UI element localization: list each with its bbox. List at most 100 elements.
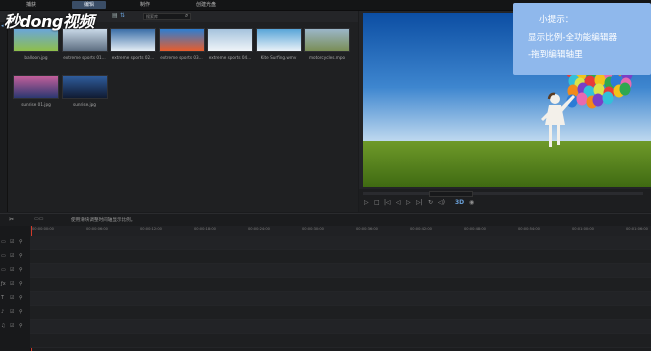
media-label: motorcycles.mpo [308, 55, 346, 60]
previous-icon[interactable]: |◁ [384, 199, 391, 206]
music-track-icon[interactable]: ♫ [1, 323, 5, 329]
lock-icon[interactable]: ⚲ [19, 323, 23, 329]
media-thumbnail[interactable] [110, 28, 156, 52]
watermark-logo: 秒dong视频 [4, 12, 94, 31]
timecode-display [429, 191, 473, 197]
track-enable-icon[interactable]: ☑ [10, 267, 14, 273]
timeline-track[interactable] [30, 236, 651, 250]
track-enable-icon[interactable]: ☑ [10, 281, 14, 287]
timeline-track[interactable] [30, 264, 651, 278]
media-thumbnail[interactable] [158, 28, 205, 52]
media-item[interactable]: balloon.jpg [13, 28, 59, 60]
media-thumbnail[interactable] [207, 28, 253, 52]
timeline-toolbar: ✂ ▭▭ 使用滑块调整时间轴显示比例。 [0, 213, 651, 226]
tip-line-1: 显示比例-全功能编辑器 [528, 33, 618, 43]
tab-share[interactable]: 制作 [128, 1, 162, 9]
lock-icon[interactable]: ⚲ [19, 253, 23, 259]
timeline-track[interactable] [30, 292, 651, 306]
ruler-tick-label: 00:00:06:00 [86, 227, 108, 231]
library-side-strip: ◂ [0, 22, 8, 212]
snapshot-icon[interactable]: ◉ [469, 199, 474, 206]
timeline-track[interactable] [30, 334, 651, 348]
ruler-tick-label: 00:00:42:00 [410, 227, 432, 231]
balloon [576, 92, 588, 106]
video-track-icon[interactable]: ▭ [1, 239, 6, 245]
media-thumbnail[interactable] [13, 75, 59, 99]
timeline-track[interactable] [30, 278, 651, 292]
balloon [602, 91, 614, 105]
balloon [619, 82, 631, 96]
lock-icon[interactable]: ⚲ [19, 267, 23, 273]
media-item[interactable]: Kite Surfing.wmv [255, 28, 302, 60]
library-search-input[interactable]: 搜索库 [143, 13, 191, 20]
media-item[interactable]: sunrise 01.jpg [13, 75, 59, 107]
ruler-tick-label: 00:00:24:00 [248, 227, 270, 231]
track-enable-icon[interactable]: ☑ [10, 253, 14, 259]
timeline-hint: 使用滑块调整时间轴显示比例。 [71, 218, 136, 223]
scrub-bar[interactable] [363, 192, 643, 195]
playback-controls: ▷ □ |◁ ◁ ▷ ▷| ↻ ◁) 3D ◉ [359, 189, 651, 212]
timeline-track[interactable] [30, 320, 651, 334]
list-view-icon[interactable]: ▤ [112, 12, 118, 19]
tip-overlay: 小提示： 显示比例-全功能编辑器 -拖到编辑轴里 [513, 3, 651, 75]
play-icon[interactable]: ▷ [364, 199, 369, 206]
step-back-icon[interactable]: ◁ [396, 199, 401, 206]
track-enable-icon[interactable]: ☑ [10, 295, 14, 301]
ruler-tick-label: 00:00:36:00 [356, 227, 378, 231]
title-track-icon[interactable]: T [1, 295, 4, 301]
media-thumbnail[interactable] [255, 28, 302, 52]
media-thumbnail[interactable] [61, 75, 108, 99]
fx-track-icon[interactable]: ƒx [1, 281, 6, 287]
lock-icon[interactable]: ⚲ [19, 295, 23, 301]
zoom-slider-icon[interactable]: ▭▭ [34, 216, 43, 222]
media-item[interactable]: sunrise.jpg [61, 75, 108, 107]
media-item[interactable]: extreme sports 04... [207, 28, 253, 60]
ruler-tick-label: 00:00:12:00 [140, 227, 162, 231]
sort-icon[interactable]: ⇅ [120, 12, 125, 19]
balloon [592, 93, 604, 107]
voice-track-icon[interactable]: ♪ [1, 309, 4, 315]
track-headers: ▭ ☑ ⚲ ▭ ☑ ⚲ ▭ ☑ ⚲ ƒx ☑ ⚲ T ☑ ⚲ ♪ ☑ ⚲ ♫ ☑ ⚲ [0, 226, 31, 351]
overlay-track-icon[interactable]: ▭ [1, 253, 6, 259]
media-item[interactable]: extreme sports 01... [61, 28, 108, 60]
repeat-icon[interactable]: ↻ [428, 199, 433, 206]
media-label: extreme sports 02... [111, 55, 155, 60]
ruler-tick-label: 00:00:54:00 [518, 227, 540, 231]
media-label: Kite Surfing.wmv [260, 55, 297, 60]
media-label: extreme sports 01... [63, 55, 106, 60]
media-label: balloon.jpg [24, 55, 48, 60]
track-enable-icon[interactable]: ☑ [10, 323, 14, 329]
timeline-track[interactable] [30, 250, 651, 264]
tools-icon[interactable]: ✂ [9, 216, 14, 223]
lock-icon[interactable]: ⚲ [19, 309, 23, 315]
tab-create-disc[interactable]: 创建光盘 [186, 1, 226, 9]
lock-icon[interactable]: ⚲ [19, 281, 23, 287]
search-icon[interactable]: ⌕ [185, 12, 188, 20]
ruler-tick-label: 00:00:30:00 [302, 227, 324, 231]
ruler-tick-label: 00:00:48:00 [464, 227, 486, 231]
tip-title: 小提示： [539, 15, 574, 25]
media-label: sunrise.jpg [73, 102, 96, 107]
ruler-tick-label: 00:00:18:00 [194, 227, 216, 231]
media-item[interactable]: extreme sports 02... [110, 28, 156, 60]
library-panel: ▤ ⇅ 搜索库 ⌕ ◂ balloon.jpg extreme sports 01… [0, 11, 358, 212]
lock-icon[interactable]: ⚲ [19, 239, 23, 245]
media-item[interactable]: extreme sports 03... [158, 28, 205, 60]
ruler-tick-label: 00:01:06:00 [626, 227, 648, 231]
media-label: sunrise 01.jpg [21, 102, 51, 107]
step-forward-icon[interactable]: ▷ [406, 199, 411, 206]
media-label: extreme sports 03... [160, 55, 203, 60]
media-label: extreme sports 04... [208, 55, 252, 60]
3d-mode-icon[interactable]: 3D [455, 199, 464, 206]
track-enable-icon[interactable]: ☑ [10, 309, 14, 315]
track-enable-icon[interactable]: ☑ [10, 239, 14, 245]
overlay2-track-icon[interactable]: ▭ [1, 267, 6, 273]
volume-icon[interactable]: ◁) [438, 199, 445, 206]
ruler-tick-label: 00:00:00:00 [32, 227, 54, 231]
stop-icon[interactable]: □ [374, 199, 380, 206]
media-thumbnail[interactable] [304, 28, 350, 52]
next-icon[interactable]: ▷| [416, 199, 423, 206]
timeline-track[interactable] [30, 306, 651, 320]
media-item[interactable]: motorcycles.mpo [304, 28, 350, 60]
tip-line-2: -拖到编辑轴里 [528, 50, 583, 60]
